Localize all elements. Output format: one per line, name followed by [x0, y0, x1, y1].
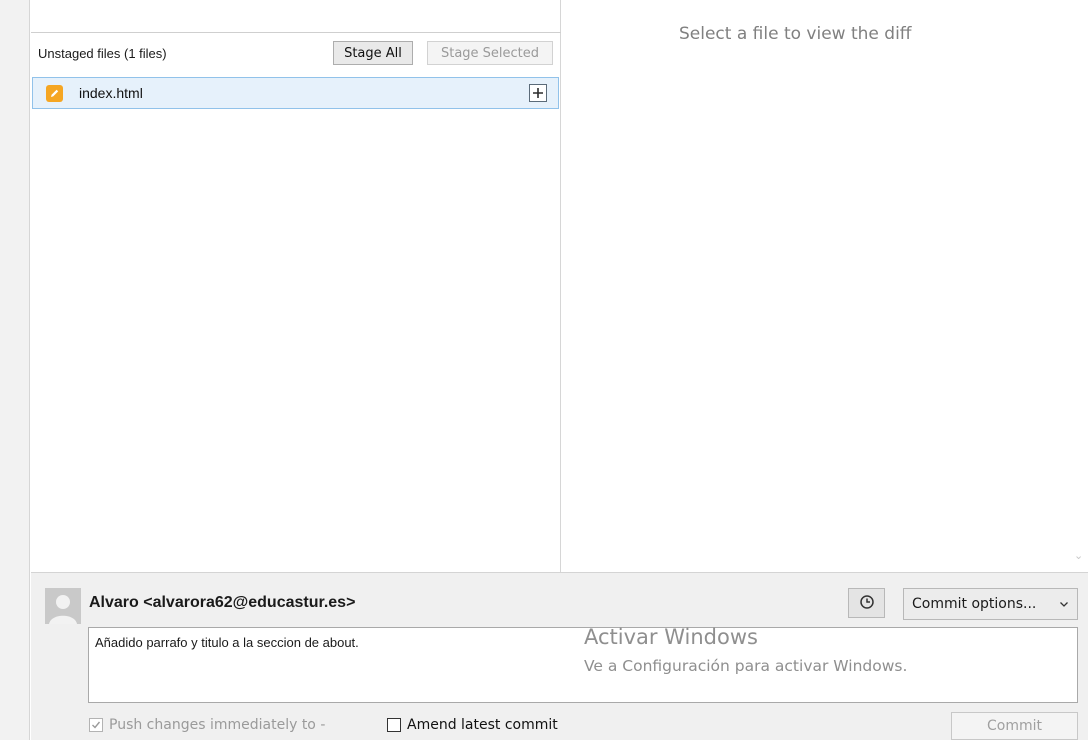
clock-icon: [859, 594, 875, 613]
commit-message-input[interactable]: Añadido parrafo y titulo a la seccion de…: [88, 627, 1078, 703]
commit-button[interactable]: Commit: [951, 712, 1078, 740]
left-margin: [0, 0, 30, 740]
diff-pane: Select a file to view the diff ⌄: [562, 0, 1088, 572]
amend-checkbox-box: [387, 718, 401, 732]
diff-placeholder: Select a file to view the diff: [679, 24, 912, 44]
scroll-down-icon[interactable]: ⌄: [1074, 549, 1083, 562]
stage-all-button[interactable]: Stage All: [333, 41, 413, 65]
unstaged-header: Unstaged files (1 files) Stage All Stage…: [31, 34, 561, 74]
commit-author: Alvaro <alvarora62@educastur.es>: [89, 594, 356, 611]
file-list-pane: Unstaged files (1 files) Stage All Stage…: [31, 0, 561, 572]
chevron-down-icon: [1059, 597, 1069, 613]
amend-commit-checkbox[interactable]: Amend latest commit: [387, 717, 558, 733]
amend-label: Amend latest commit: [407, 717, 558, 733]
commit-message-text: Añadido parrafo y titulo a la seccion de…: [95, 635, 359, 650]
push-check-icon: [89, 718, 103, 732]
stage-file-plus-icon[interactable]: [529, 84, 547, 102]
push-changes-checkbox[interactable]: Push changes immediately to -: [89, 717, 325, 733]
history-button[interactable]: [848, 588, 885, 618]
file-name: index.html: [79, 85, 143, 101]
commit-options-dropdown[interactable]: Commit options...: [903, 588, 1078, 620]
stage-selected-button[interactable]: Stage Selected: [427, 41, 553, 65]
commit-options-label: Commit options...: [912, 596, 1037, 612]
push-changes-label: Push changes immediately to -: [109, 717, 326, 733]
staged-files-area: [31, 0, 561, 33]
pencil-modified-icon: [46, 85, 63, 102]
avatar: [45, 588, 81, 624]
unstaged-title: Unstaged files (1 files): [38, 46, 167, 61]
unstaged-file-row[interactable]: index.html: [32, 77, 559, 109]
commit-area: Alvaro <alvarora62@educastur.es> Commit …: [31, 572, 1088, 740]
